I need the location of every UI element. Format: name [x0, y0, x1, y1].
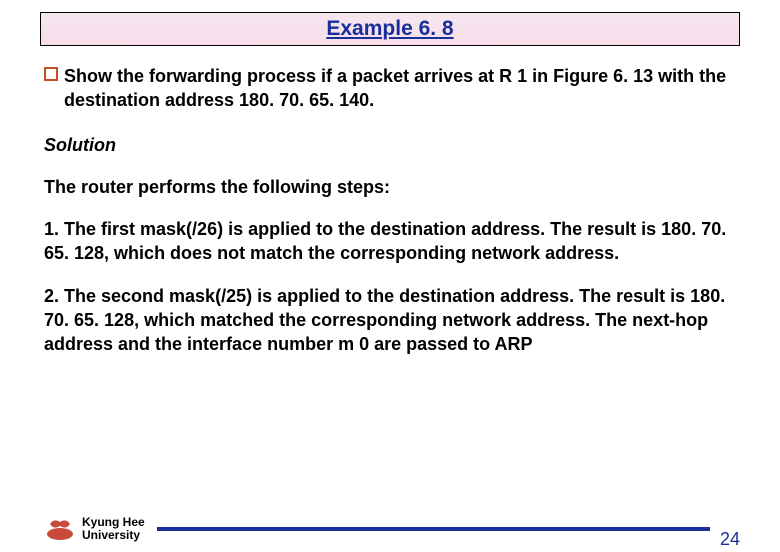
square-bullet-icon: [44, 67, 58, 81]
step-1: 1. The first mask(/26) is applied to the…: [44, 217, 736, 266]
university-name: Kyung Hee University: [82, 516, 145, 542]
bullet-item: Show the forwarding process if a packet …: [44, 64, 736, 113]
footer: Kyung Hee University: [44, 516, 750, 542]
title-text: Example 6. 8: [326, 17, 453, 41]
solution-heading: Solution: [44, 133, 736, 157]
bullet-text: Show the forwarding process if a packet …: [64, 64, 736, 113]
university-logo-icon: [44, 516, 76, 542]
university-name-line2: University: [82, 529, 145, 542]
slide-content: Show the forwarding process if a packet …: [0, 46, 780, 357]
title-bar: Example 6. 8: [40, 12, 740, 46]
university-name-line1: Kyung Hee: [82, 516, 145, 529]
intro-text: The router performs the following steps:: [44, 175, 736, 199]
step-2: 2. The second mask(/25) is applied to th…: [44, 284, 736, 357]
footer-divider: [157, 527, 710, 531]
